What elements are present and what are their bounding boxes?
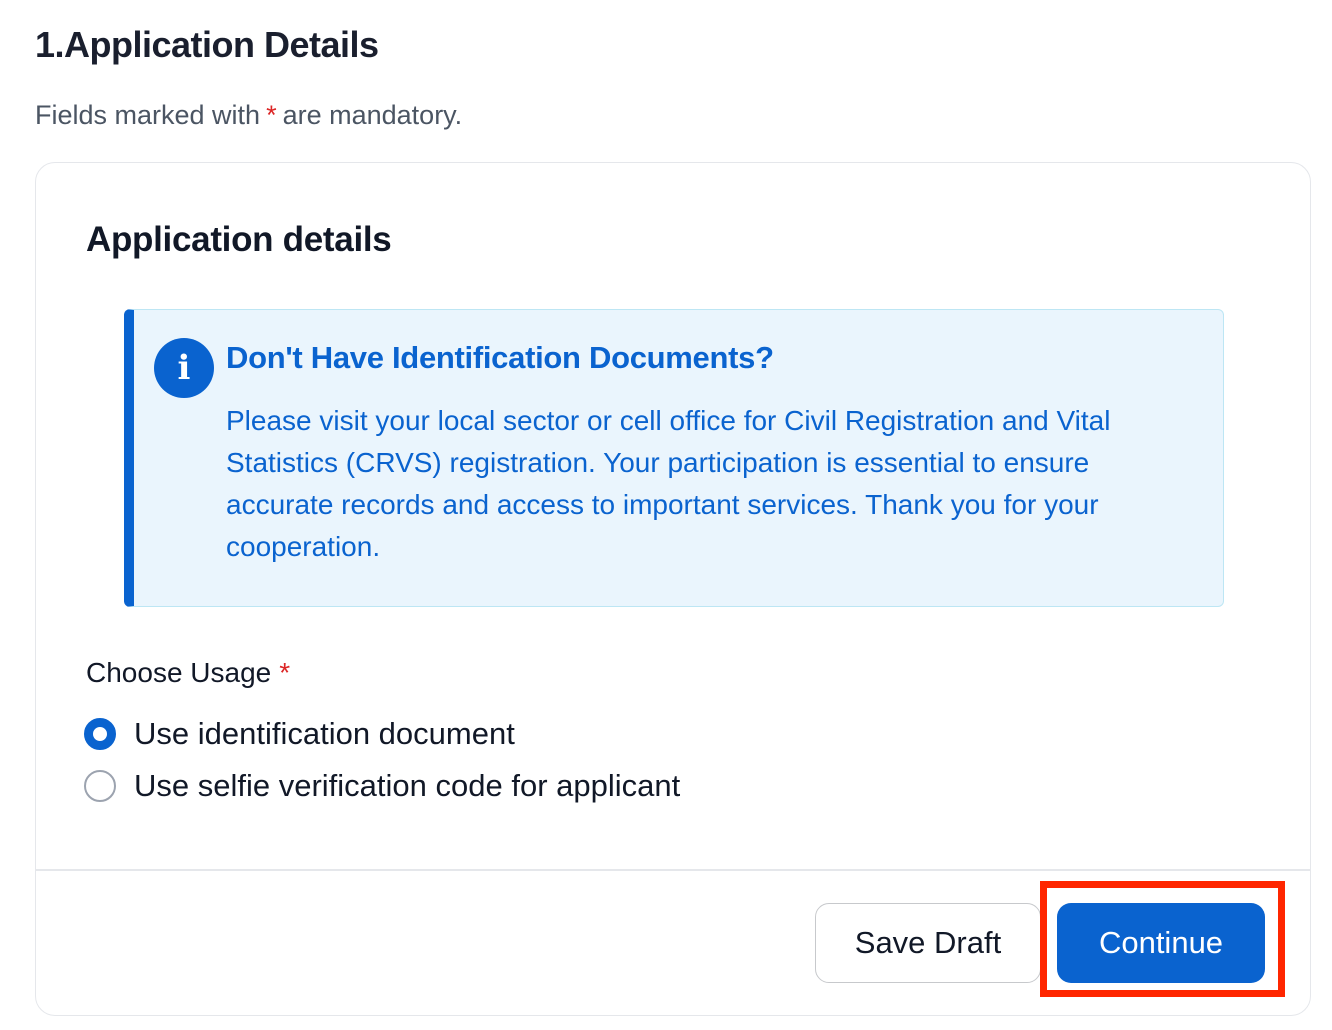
choose-usage-label: Choose Usage * — [86, 657, 290, 689]
application-details-page: 1.Application Details Fields marked with… — [0, 0, 1332, 1030]
footer-divider — [36, 869, 1310, 871]
required-asterisk: * — [266, 100, 277, 130]
alert-title: Don't Have Identification Documents? — [226, 340, 774, 375]
mandatory-note-suffix: are mandatory. — [282, 100, 463, 130]
info-alert: i Don't Have Identification Documents? P… — [124, 309, 1224, 607]
required-asterisk: * — [279, 657, 291, 688]
info-icon: i — [154, 338, 214, 398]
mandatory-note-prefix: Fields marked with — [35, 100, 261, 130]
radio-option-label: Use identification document — [134, 716, 515, 751]
alert-body: Please visit your local sector or cell o… — [226, 405, 1111, 562]
save-draft-button[interactable]: Save Draft — [815, 903, 1041, 983]
application-details-card: Application details i Don't Have Identif… — [35, 162, 1311, 1016]
radio-button-checked[interactable] — [84, 718, 116, 750]
continue-button[interactable]: Continue — [1057, 903, 1265, 983]
card-title: Application details — [86, 220, 392, 259]
radio-option-label: Use selfie verification code for applica… — [134, 768, 681, 803]
step-title: 1.Application Details — [35, 24, 379, 65]
mandatory-note: Fields marked with * are mandatory. — [35, 100, 462, 131]
radio-option-selfie-verification[interactable]: Use selfie verification code for applica… — [84, 768, 680, 804]
choose-usage-label-text: Choose Usage — [86, 657, 272, 688]
radio-option-identification-document[interactable]: Use identification document — [84, 716, 515, 752]
radio-button-unchecked[interactable] — [84, 770, 116, 802]
